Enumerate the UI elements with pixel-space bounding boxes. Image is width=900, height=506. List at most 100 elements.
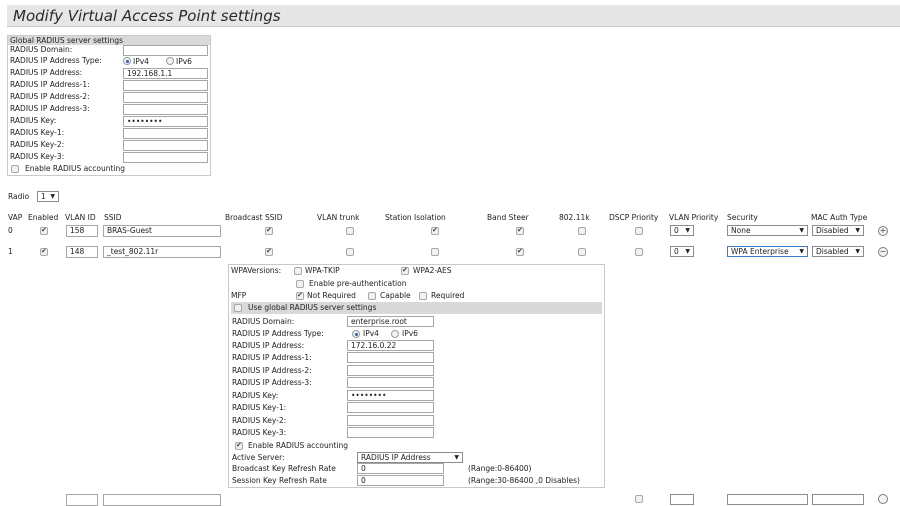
row0-dscp-priority-checkbox[interactable] bbox=[635, 227, 643, 235]
row2-vlan-input[interactable] bbox=[66, 494, 98, 506]
col-band-steer: Band Steer bbox=[487, 213, 529, 222]
row0-vlan-priority-select[interactable]: 0 ▼ bbox=[670, 225, 694, 236]
row0-vlan-trunk-checkbox[interactable] bbox=[346, 227, 354, 235]
global-ip-input[interactable]: 192.168.1.1 bbox=[123, 68, 208, 79]
session-key-range: (Range:30-86400 ,0 Disables) bbox=[468, 476, 580, 485]
vap-key-input[interactable]: •••••••• bbox=[347, 390, 434, 401]
row0-vap: 0 bbox=[8, 226, 13, 235]
chevron-down-icon: ▼ bbox=[685, 248, 690, 255]
vap-ip3-input[interactable] bbox=[347, 377, 434, 388]
wpa2-aes-checkbox[interactable] bbox=[401, 266, 409, 275]
wpa-tkip-checkbox[interactable] bbox=[294, 267, 302, 275]
row0-mac-auth-select[interactable]: Disabled ▼ bbox=[812, 225, 864, 236]
chevron-down-icon: ▼ bbox=[799, 227, 804, 234]
global-domain-input[interactable] bbox=[123, 45, 208, 56]
row1-dscp-priority-checkbox[interactable] bbox=[635, 248, 643, 256]
global-key1-input[interactable] bbox=[123, 128, 208, 139]
vap-domain-input[interactable]: enterprise.root bbox=[347, 316, 434, 327]
row0-broadcast-ssid-checkbox[interactable] bbox=[265, 226, 273, 235]
plus-circle-icon[interactable]: + bbox=[878, 226, 888, 236]
preauth-checkbox[interactable] bbox=[296, 280, 304, 288]
radio-select[interactable]: 1 ▼ bbox=[37, 191, 59, 202]
row2-security-select[interactable] bbox=[727, 494, 808, 505]
session-key-input[interactable]: 0 bbox=[357, 475, 444, 486]
col-vlan-id: VLAN ID bbox=[65, 213, 96, 222]
preauth-label: Enable pre-authentication bbox=[309, 279, 407, 288]
vap-ipv6-radio[interactable] bbox=[391, 330, 399, 338]
global-key-input[interactable]: •••••••• bbox=[123, 116, 208, 127]
row1-mac-auth-select[interactable]: Disabled ▼ bbox=[812, 246, 864, 257]
vap-key1-input[interactable] bbox=[347, 402, 434, 413]
row2-plus-circle-icon[interactable] bbox=[878, 494, 888, 504]
vap-ipv4-radio[interactable] bbox=[352, 330, 360, 338]
global-ipv4-radio[interactable] bbox=[123, 57, 131, 65]
row0-vlan-input[interactable]: 158 bbox=[66, 225, 98, 237]
page-title-bar: Modify Virtual Access Point settings bbox=[7, 5, 900, 27]
global-ip1-label: RADIUS IP Address-1: bbox=[10, 80, 90, 89]
vap-ip-input[interactable]: 172.16.0.22 bbox=[347, 340, 434, 351]
minus-circle-icon[interactable]: − bbox=[878, 247, 888, 257]
row0-vlan-priority-value: 0 bbox=[674, 226, 679, 235]
vap-accounting-checkbox[interactable] bbox=[235, 441, 243, 450]
vap-ip2-input[interactable] bbox=[347, 365, 434, 376]
mfp-not-required-label: Not Required bbox=[307, 291, 356, 300]
global-ip-type-label: RADIUS IP Address Type: bbox=[10, 56, 102, 65]
row1-802-11k-checkbox[interactable] bbox=[578, 248, 586, 256]
col-mac-auth-type: MAC Auth Type bbox=[811, 213, 868, 222]
global-key3-input[interactable] bbox=[123, 152, 208, 163]
vap-key2-input[interactable] bbox=[347, 415, 434, 426]
row2-dscp-priority-checkbox[interactable] bbox=[635, 495, 643, 503]
session-key-label: Session Key Refresh Rate bbox=[232, 476, 327, 485]
vap-ip-type-label: RADIUS IP Address Type: bbox=[232, 329, 324, 338]
bcast-key-range: (Range:0-86400) bbox=[468, 464, 532, 473]
radio-label: Radio bbox=[8, 192, 30, 201]
chevron-down-icon: ▼ bbox=[50, 193, 55, 200]
col-enabled: Enabled bbox=[28, 213, 59, 222]
mfp-required-checkbox[interactable] bbox=[419, 292, 427, 300]
chevron-down-icon: ▼ bbox=[799, 248, 804, 255]
row0-enabled-checkbox[interactable] bbox=[40, 226, 48, 235]
col-vlan-trunk: VLAN trunk bbox=[317, 213, 360, 222]
row1-ssid-input[interactable]: _test_802.11r bbox=[103, 246, 221, 258]
vap-ip-label: RADIUS IP Address: bbox=[232, 341, 305, 350]
vap-key-label: RADIUS Key: bbox=[232, 391, 279, 400]
row2-ssid-input[interactable] bbox=[103, 494, 221, 506]
global-ip2-input[interactable] bbox=[123, 92, 208, 103]
global-key2-label: RADIUS Key-2: bbox=[10, 140, 65, 149]
global-ip3-input[interactable] bbox=[123, 104, 208, 115]
row1-station-isolation-checkbox[interactable] bbox=[431, 248, 439, 256]
row1-vlan-input[interactable]: 148 bbox=[66, 246, 98, 258]
vap-ip3-label: RADIUS IP Address-3: bbox=[232, 378, 312, 387]
vap-ip1-input[interactable] bbox=[347, 352, 434, 363]
row1-vlan-trunk-checkbox[interactable] bbox=[346, 248, 354, 256]
global-accounting-checkbox[interactable] bbox=[11, 165, 19, 173]
vap-key3-input[interactable] bbox=[347, 427, 434, 438]
row0-802-11k-checkbox[interactable] bbox=[578, 227, 586, 235]
row0-ssid-input[interactable]: BRAS-Guest bbox=[103, 225, 221, 237]
row1-vlan-priority-select[interactable]: 0 ▼ bbox=[670, 246, 694, 257]
row1-enabled-checkbox[interactable] bbox=[40, 247, 48, 256]
col-station-isolation: Station Isolation bbox=[385, 213, 446, 222]
chevron-down-icon: ▼ bbox=[685, 227, 690, 234]
row1-broadcast-ssid-checkbox[interactable] bbox=[265, 247, 273, 256]
global-ipv6-radio[interactable] bbox=[166, 57, 174, 65]
row0-station-isolation-checkbox[interactable] bbox=[431, 226, 439, 235]
row1-vlan-priority-value: 0 bbox=[674, 247, 679, 256]
row0-security-select[interactable]: None ▼ bbox=[727, 225, 808, 236]
global-key2-input[interactable] bbox=[123, 140, 208, 151]
row2-mac-auth-select[interactable] bbox=[812, 494, 864, 505]
use-global-checkbox[interactable] bbox=[234, 304, 242, 312]
row1-security-select[interactable]: WPA Enterprise ▼ bbox=[727, 246, 808, 257]
chevron-down-icon: ▼ bbox=[855, 227, 860, 234]
row1-band-steer-checkbox[interactable] bbox=[516, 247, 524, 256]
row2-vlan-priority-select[interactable] bbox=[670, 494, 694, 505]
mfp-not-required-checkbox[interactable] bbox=[296, 291, 304, 300]
global-ip1-input[interactable] bbox=[123, 80, 208, 91]
mfp-capable-checkbox[interactable] bbox=[368, 292, 376, 300]
active-server-select[interactable]: RADIUS IP Address ▼ bbox=[357, 452, 463, 463]
row0-security-value: None bbox=[731, 226, 751, 235]
global-ipv6-label: IPv6 bbox=[176, 57, 192, 66]
bcast-key-input[interactable]: 0 bbox=[357, 463, 444, 474]
row0-band-steer-checkbox[interactable] bbox=[516, 226, 524, 235]
global-key-label: RADIUS Key: bbox=[10, 116, 57, 125]
